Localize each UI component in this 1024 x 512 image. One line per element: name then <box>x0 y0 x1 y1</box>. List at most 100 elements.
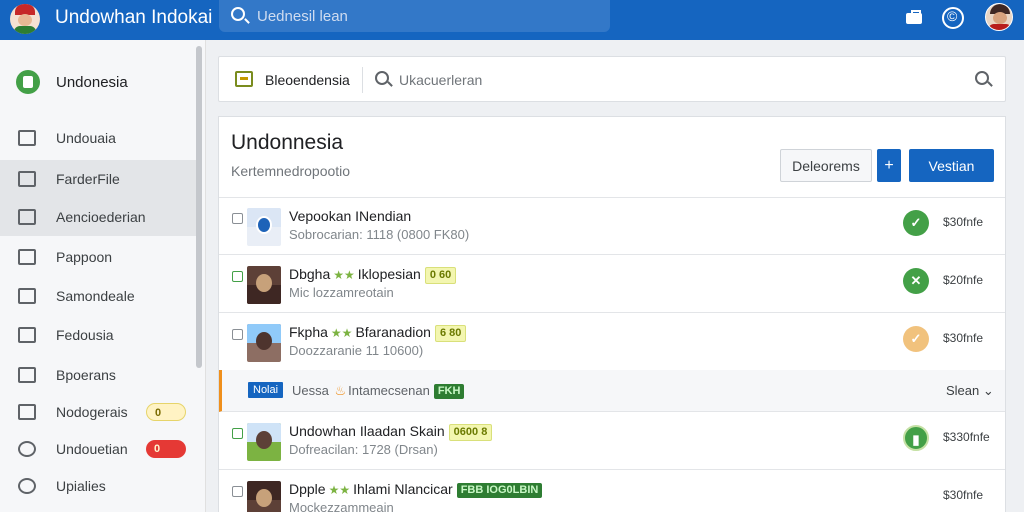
list-item[interactable]: Vepookan INendian Sobrocarian: 1118 (080… <box>219 198 1005 255</box>
row-title: Fkpha ★★ Bfaranadion 6 80 <box>289 324 467 342</box>
row-thumbnail <box>247 208 281 246</box>
global-search[interactable] <box>219 0 610 32</box>
status-check-icon: ✓ <box>903 210 929 236</box>
row-price: $330fnfe <box>943 430 990 444</box>
filter-input[interactable] <box>399 69 799 91</box>
row-thumbnail <box>247 423 281 461</box>
content-panel: Undonnesia Kertemnedropootio Deleorems +… <box>218 116 1006 512</box>
row-checkbox[interactable] <box>232 428 243 439</box>
row-thumbnail <box>247 266 281 304</box>
row-thumbnail <box>247 481 281 512</box>
sidebar-item-label: Nodogerais <box>56 404 128 420</box>
filter-search-icon <box>375 71 389 85</box>
page-title: Undonnesia <box>231 131 344 154</box>
sidebar-header[interactable]: Undonesia <box>0 66 196 102</box>
status-icon <box>18 478 36 494</box>
sidebar-header-label: Undonesia <box>56 74 128 91</box>
sidebar-item-label: FarderFile <box>56 171 120 187</box>
list-item[interactable]: Dbgha ★★ Iklopesian 0 60 Mic lozzamreotain … <box>219 256 1005 313</box>
page-subtitle: Kertemnedropootio <box>231 163 351 179</box>
sidebar: Undonesia Undouaia FarderFile Aencioeder… <box>0 40 206 512</box>
row-thumbnail <box>247 324 281 362</box>
status-doc-icon: ▮ <box>903 425 929 451</box>
status-x-icon: ✕ <box>903 268 929 294</box>
sidebar-item-label: Aencioederian <box>56 209 146 225</box>
status-check-icon: ✓ <box>903 326 929 352</box>
sidebar-item-label: Upialies <box>56 478 106 494</box>
search-input[interactable] <box>257 5 597 27</box>
row-tag: FBB IOG0LBIN <box>456 483 543 498</box>
workspace-icon <box>16 70 40 94</box>
user-avatar[interactable] <box>985 3 1013 31</box>
rating-stars: ★★ <box>328 483 351 497</box>
sidebar-item-label: Undouaia <box>56 130 116 146</box>
group-badge: FKH <box>433 384 465 399</box>
sidebar-item-pappoon[interactable]: Pappoon <box>0 238 196 276</box>
image-icon <box>18 249 36 265</box>
row-price: $30fnfe <box>943 215 984 229</box>
row-meta: Mockezzammeain <box>289 500 394 512</box>
divider <box>362 67 363 93</box>
sidebar-item-fedousia[interactable]: Fedousia <box>0 316 196 354</box>
add-button[interactable]: + <box>877 149 901 182</box>
folder-icon <box>18 171 36 187</box>
flame-icon: ♨ <box>334 383 347 398</box>
sidebar-item-nodogerais[interactable]: Nodogerais 0 <box>0 393 196 431</box>
row-meta: Mic lozzamreotain <box>289 285 394 300</box>
calendar-tab-icon <box>235 71 253 87</box>
rating-stars: ★★ <box>333 268 355 282</box>
help-icon[interactable] <box>942 7 964 29</box>
sidebar-item-farderfile[interactable]: FarderFile <box>0 160 196 198</box>
group-header[interactable]: Nolai Uessa ♨ Intamecsenan FKH Slean ⌄ <box>219 370 1005 412</box>
group-label: Uessa ♨ Intamecsenan FKH <box>292 383 465 399</box>
toolbar: Bleoendensia <box>218 56 1006 102</box>
sidebar-item-samondeale[interactable]: Samondeale <box>0 277 196 315</box>
row-checkbox[interactable] <box>232 271 243 282</box>
sort-dropdown[interactable]: Slean ⌄ <box>946 383 994 399</box>
row-title: Dbgha ★★ Iklopesian 0 60 <box>289 266 457 284</box>
row-meta: Sobrocarian: 1118 (0800 FK80) <box>289 227 470 242</box>
count-badge: 0 <box>146 403 186 421</box>
app-title: Undowhan Indokai <box>55 7 213 28</box>
document-icon <box>18 327 36 343</box>
search-icon <box>231 7 245 21</box>
sidebar-scrollbar[interactable] <box>196 46 202 368</box>
sidebar-item-label: Bpoerans <box>56 367 116 383</box>
chevron-down-icon: ⌄ <box>982 383 994 398</box>
sidebar-item-bpoerans[interactable]: Bpoerans <box>0 356 196 394</box>
search-icon[interactable] <box>975 71 989 85</box>
home-icon <box>18 209 36 225</box>
row-title: Dpple ★★ Ihlami Nlancicar FBB IOG0LBIN <box>289 481 543 498</box>
sidebar-item-undouaia[interactable]: Undouaia <box>0 119 196 157</box>
list-item[interactable]: Dpple ★★ Ihlami Nlancicar FBB IOG0LBIN Mock… <box>219 471 1005 512</box>
calendar-icon <box>18 288 36 304</box>
row-meta: Dofreacilan: 1728 (Drsan) <box>289 442 438 457</box>
list-item[interactable]: Undowhan Ilaadan Skain 0600 8 Dofreacilan… <box>219 413 1005 470</box>
sidebar-item-undouetian[interactable]: Undouetian 0 <box>0 430 196 468</box>
row-meta: Doozzaranie 11 10600) <box>289 343 424 358</box>
list-item[interactable]: Fkpha ★★ Bfaranadion 6 80 Doozzaranie 11 10… <box>219 314 1005 371</box>
building-icon <box>18 130 36 146</box>
row-title: Undowhan Ilaadan Skain 0600 8 <box>289 423 493 441</box>
rating-stars: ★★ <box>330 326 353 340</box>
row-checkbox[interactable] <box>232 486 243 497</box>
primary-button[interactable]: Vestian <box>909 149 994 182</box>
row-checkbox[interactable] <box>232 213 243 224</box>
sidebar-item-label: Samondeale <box>56 288 135 304</box>
sidebar-item-label: Pappoon <box>56 249 113 265</box>
sidebar-item-label: Fedousia <box>56 327 114 343</box>
row-tag: 6 80 <box>434 325 467 342</box>
sidebar-item-aencioederian[interactable]: Aencioederian <box>0 198 196 236</box>
secondary-button[interactable]: Deleorems <box>780 149 872 182</box>
tab-label[interactable]: Bleoendensia <box>265 72 350 88</box>
row-tag: 0600 8 <box>448 424 493 441</box>
row-price: $30fnfe <box>943 488 984 502</box>
grid-icon <box>18 404 36 420</box>
briefcase-icon[interactable] <box>904 7 926 29</box>
count-badge: 0 <box>146 440 186 458</box>
row-checkbox[interactable] <box>232 329 243 340</box>
inbox-icon <box>18 367 36 383</box>
sidebar-item-upialies[interactable]: Upialies <box>0 467 196 505</box>
row-title: Vepookan INendian <box>289 208 412 224</box>
app-logo[interactable] <box>10 4 40 34</box>
